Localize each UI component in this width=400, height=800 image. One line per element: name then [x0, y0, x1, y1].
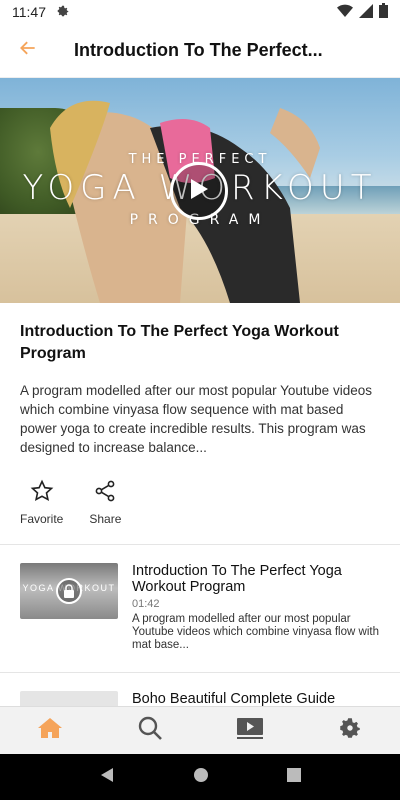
- gear-icon: [337, 715, 363, 746]
- nav-videos[interactable]: [220, 707, 280, 755]
- system-home-icon[interactable]: [193, 767, 209, 788]
- nav-settings[interactable]: [320, 707, 380, 755]
- video-info: Introduction To The Perfect Yoga Workout…: [118, 563, 380, 652]
- play-button[interactable]: [170, 162, 228, 220]
- play-icon: [188, 177, 210, 206]
- system-back-icon[interactable]: [99, 767, 115, 788]
- share-button[interactable]: Share: [89, 479, 121, 526]
- hero-video[interactable]: THE PERFECT YOGA WORKOUT PROGRAM: [0, 78, 400, 303]
- video-list-item[interactable]: YOGA WORKOUT Introduction To The Perfect…: [0, 545, 400, 673]
- program-title: Introduction To The Perfect Yoga Workout…: [20, 323, 339, 362]
- status-bar: 11:47: [0, 0, 400, 24]
- video-info: Boho Beautiful Complete Guide: [118, 691, 380, 706]
- video-title: Introduction To The Perfect Yoga Workout…: [132, 563, 342, 595]
- video-list-item[interactable]: Boho Beautiful Complete Guide: [0, 673, 400, 706]
- video-library-icon: [236, 716, 264, 745]
- cellular-icon: [359, 3, 373, 21]
- system-navigation: [0, 754, 400, 800]
- app-screen: 11:47 Introduction To The Perfect... THE…: [0, 0, 400, 800]
- share-icon: [93, 479, 117, 506]
- program-description: A program modelled after our most popula…: [20, 383, 372, 455]
- video-title: Boho Beautiful Complete Guide: [132, 691, 336, 706]
- bottom-navigation: [0, 706, 400, 754]
- video-description: A program modelled after our most popula…: [132, 613, 379, 651]
- status-icons: [337, 3, 388, 21]
- content-scroll[interactable]: THE PERFECT YOGA WORKOUT PROGRAM Introdu…: [0, 78, 400, 706]
- video-thumbnail: YOGA WORKOUT: [20, 563, 118, 619]
- video-thumbnail: [20, 691, 118, 706]
- video-duration: 01:42: [132, 598, 160, 610]
- program-details: Introduction To The Perfect Yoga Workout…: [0, 303, 400, 457]
- arrow-left-icon: [18, 38, 38, 63]
- battery-icon: [379, 3, 388, 21]
- app-bar: Introduction To The Perfect...: [0, 24, 400, 78]
- nav-search[interactable]: [120, 707, 180, 755]
- system-recents-icon[interactable]: [287, 767, 301, 787]
- status-time: 11:47: [12, 4, 46, 20]
- favorite-label: Favorite: [20, 512, 64, 526]
- wifi-icon: [337, 4, 353, 21]
- star-outline-icon: [30, 479, 54, 506]
- back-button[interactable]: [0, 24, 56, 78]
- favorite-button[interactable]: Favorite: [20, 479, 63, 526]
- gear-icon: [56, 4, 70, 21]
- nav-home[interactable]: [20, 707, 80, 755]
- search-icon: [137, 715, 163, 746]
- home-icon: [37, 716, 63, 745]
- action-row: Favorite Share: [0, 457, 400, 545]
- share-label: Share: [89, 512, 122, 526]
- page-title: Introduction To The Perfect...: [74, 40, 323, 60]
- lock-icon: [56, 578, 82, 604]
